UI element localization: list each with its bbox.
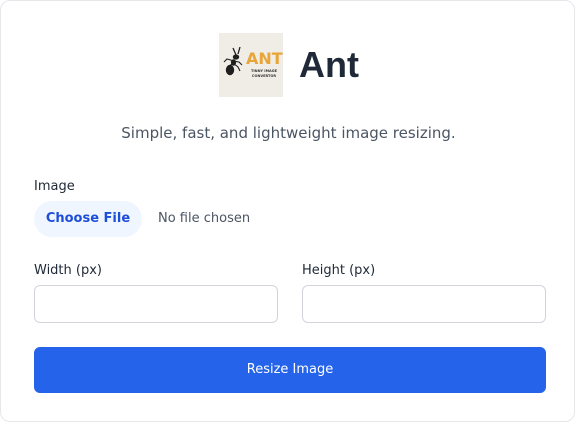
height-label: Height (px) <box>302 263 376 278</box>
app-header: ANT TINNY IMAGE CONVERTOR Ant <box>219 33 359 97</box>
width-label: Width (px) <box>34 263 102 278</box>
logo-subtext: TINNY IMAGE CONVERTOR <box>250 69 278 78</box>
width-input[interactable] <box>34 285 278 323</box>
file-status-text: No file chosen <box>158 211 251 226</box>
image-label: Image <box>34 179 75 194</box>
app-logo: ANT TINNY IMAGE CONVERTOR <box>219 33 283 97</box>
logo-wordmark: ANT <box>246 49 283 68</box>
resize-card: ANT TINNY IMAGE CONVERTOR Ant Simple, fa… <box>0 0 575 422</box>
tagline: Simple, fast, and lightweight image resi… <box>121 124 456 142</box>
height-input[interactable] <box>302 285 546 323</box>
resize-image-button[interactable]: Resize Image <box>34 347 546 393</box>
app-title: Ant <box>299 44 359 85</box>
choose-file-button[interactable]: Choose File <box>34 201 142 237</box>
